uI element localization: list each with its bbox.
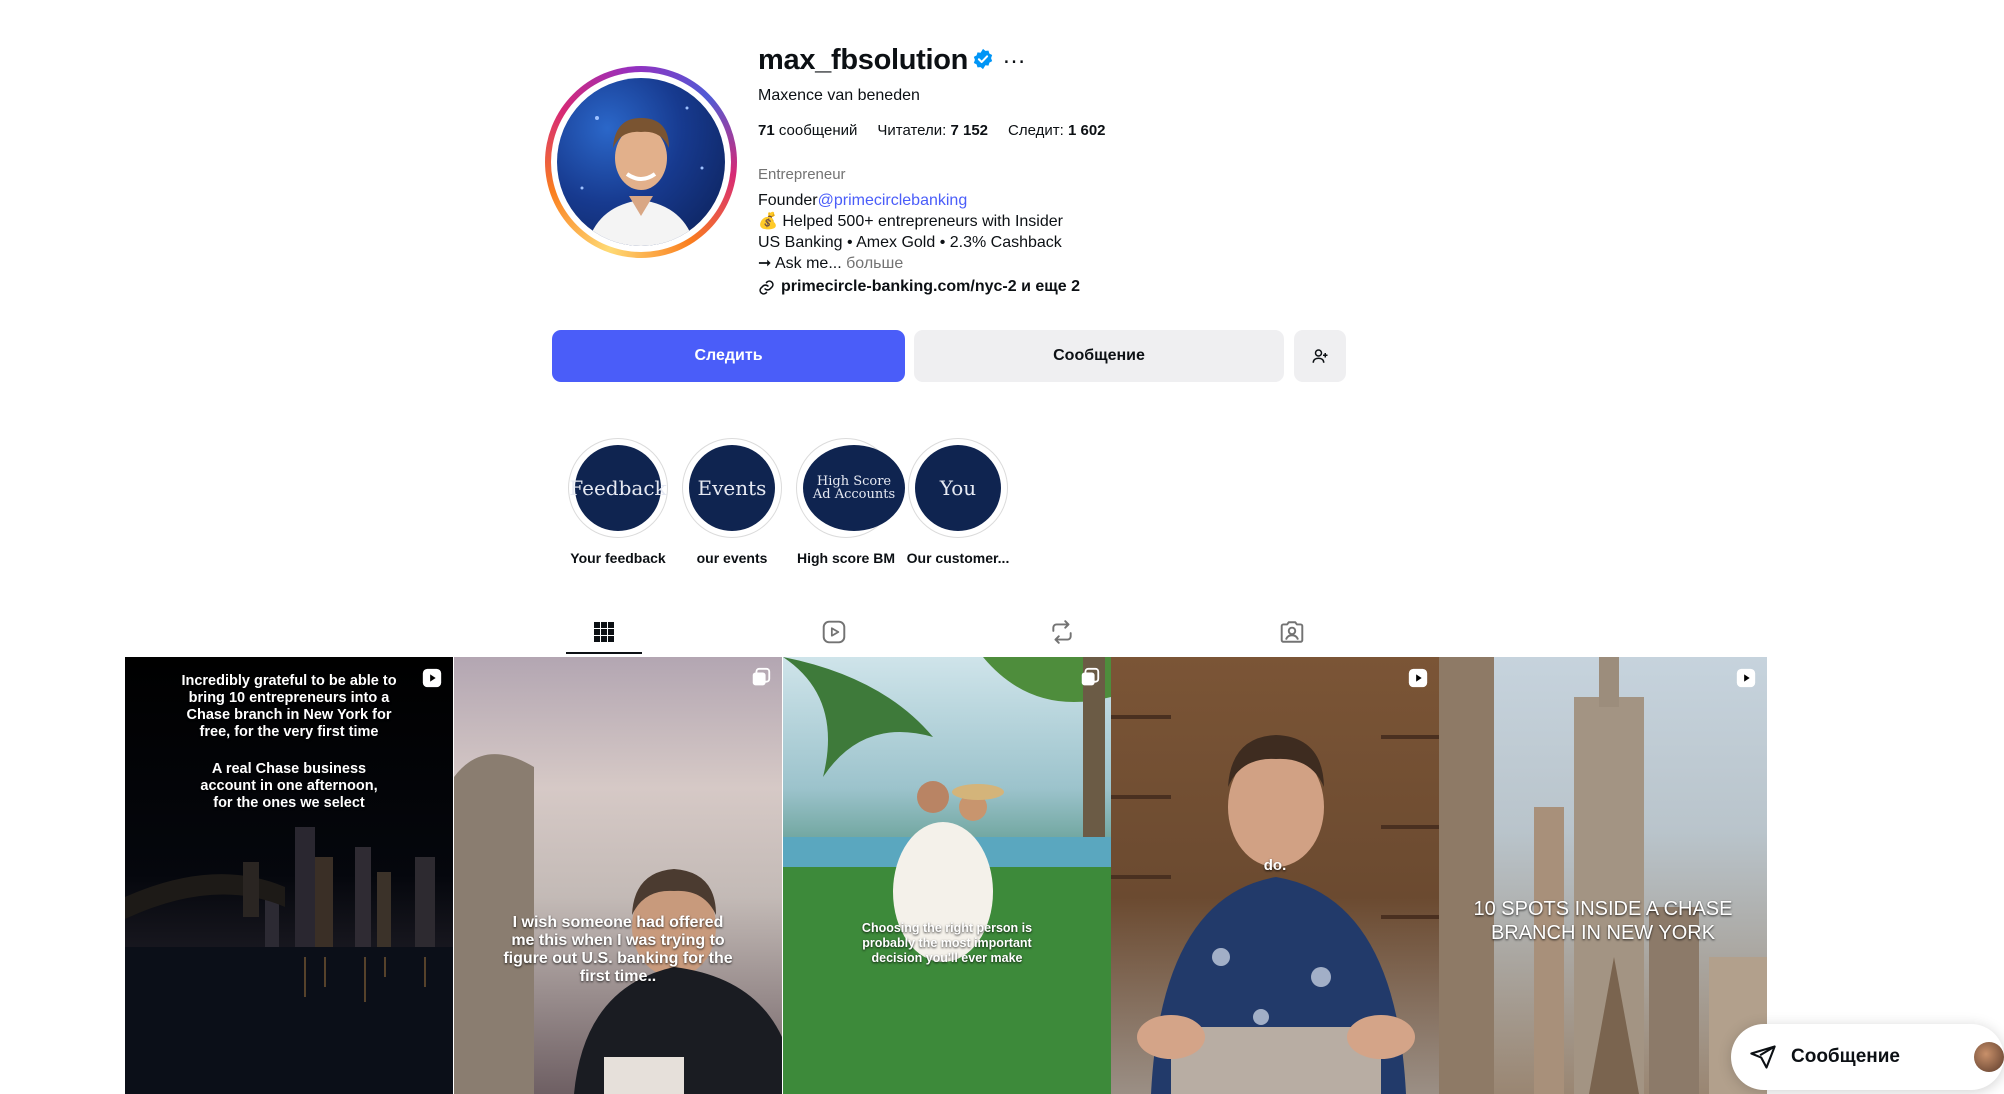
highlight-cover: You xyxy=(915,445,1001,531)
tagged-icon xyxy=(1280,621,1304,643)
add-user-icon xyxy=(1312,349,1328,363)
following-count[interactable]: Следит: 1 602 xyxy=(1008,122,1106,139)
floating-message-button[interactable]: Сообщение xyxy=(1731,1024,2004,1090)
post-caption: 10 SPOTS INSIDE A CHASE BRANCH IN NEW YO… xyxy=(1473,898,1733,944)
reels-icon xyxy=(822,620,846,644)
verified-badge-icon xyxy=(973,48,993,70)
posts-count: 71 сообщений xyxy=(758,122,858,139)
post-caption: do. xyxy=(1263,857,1287,874)
profile-link[interactable]: primecircle-banking.com/nyc-2 и еще 2 xyxy=(758,278,1080,296)
highlight-events[interactable]: Events our events xyxy=(680,438,784,566)
highlight-cover: Events xyxy=(689,445,775,531)
post-tile[interactable]: Choosing the right person is probably th… xyxy=(783,657,1111,1094)
bio-mention-link[interactable]: @primecirclebanking xyxy=(818,192,968,209)
post-caption: Choosing the right person is probably th… xyxy=(861,921,1033,965)
posts-grid-icon xyxy=(594,622,614,642)
highlight-cover: Feedback xyxy=(569,445,667,531)
followers-count[interactable]: Читатели: 7 152 xyxy=(877,122,988,139)
bio-line: ➞ Ask me... xyxy=(758,255,842,272)
reel-indicator-icon xyxy=(1408,668,1428,688)
highlight-label: High score BM xyxy=(796,550,895,566)
carousel-indicator-icon xyxy=(1081,667,1100,686)
tab-reposts[interactable] xyxy=(1024,610,1100,654)
highlight-cover: High Score Ad Accounts xyxy=(803,445,905,531)
follow-button[interactable]: Следить xyxy=(552,330,905,382)
post-image xyxy=(454,754,782,1094)
tab-tagged[interactable] xyxy=(1254,610,1330,654)
post-tile[interactable]: 10 SPOTS INSIDE A CHASE BRANCH IN NEW YO… xyxy=(1439,657,1767,1094)
floating-message-label: Сообщение xyxy=(1791,1046,1900,1067)
profile-avatar[interactable] xyxy=(545,66,737,258)
post-tile[interactable]: do. xyxy=(1111,657,1439,1094)
post-caption: I wish someone had offered me this when … xyxy=(503,914,733,985)
full-name: Maxence van beneden xyxy=(758,87,920,104)
post-tile[interactable]: I wish someone had offered me this when … xyxy=(454,657,782,1094)
suggest-users-button[interactable] xyxy=(1294,330,1346,382)
tab-reels[interactable] xyxy=(796,610,872,654)
highlight-label: Our customer... xyxy=(906,550,1010,566)
bio-line: 💰 Helped 500+ entrepreneurs with Insider xyxy=(758,213,1063,230)
message-button[interactable]: Сообщение xyxy=(914,330,1284,382)
highlight-high-score[interactable]: High Score Ad Accounts High score BM xyxy=(794,438,905,566)
highlight-label: Your feedback xyxy=(570,550,666,566)
active-tab-indicator xyxy=(566,652,642,654)
post-caption: A real Chase business account in one aft… xyxy=(200,761,378,811)
carousel-indicator-icon xyxy=(752,667,771,686)
reel-indicator-icon xyxy=(1736,668,1756,688)
post-image xyxy=(1111,715,1439,1094)
more-options-icon[interactable]: … xyxy=(1002,44,1026,68)
bio-line: US Banking • Amex Gold • 2.3% Cashback xyxy=(758,234,1062,251)
profile-link-text[interactable]: primecircle-banking.com/nyc-2 и еще 2 xyxy=(781,278,1080,296)
post-image xyxy=(783,657,1111,1094)
profile-stats: 71 сообщений Читатели: 7 152 Следит: 1 6… xyxy=(758,122,1106,139)
highlight-customers[interactable]: You Our customer... xyxy=(906,438,1010,566)
contact-avatar xyxy=(1974,1042,2004,1072)
bio: Founder@primecirclebanking 💰 Helped 500+… xyxy=(758,190,1198,274)
highlight-feedback[interactable]: Feedback Your feedback xyxy=(566,438,670,566)
category-label: Entrepreneur xyxy=(758,166,846,183)
post-tile[interactable]: Incredibly grateful to be able to bring … xyxy=(125,657,453,1094)
post-caption: Incredibly grateful to be able to bring … xyxy=(181,673,397,740)
reposts-icon xyxy=(1052,620,1072,644)
username: max_fbsolution xyxy=(758,44,969,76)
highlight-label: our events xyxy=(696,550,768,566)
link-icon xyxy=(759,279,774,295)
send-icon xyxy=(1750,1045,1776,1069)
tab-posts[interactable] xyxy=(566,610,642,654)
post-image xyxy=(1439,657,1767,1094)
bio-founder: Founder xyxy=(758,192,818,209)
bio-more-link[interactable]: больше xyxy=(846,255,903,272)
